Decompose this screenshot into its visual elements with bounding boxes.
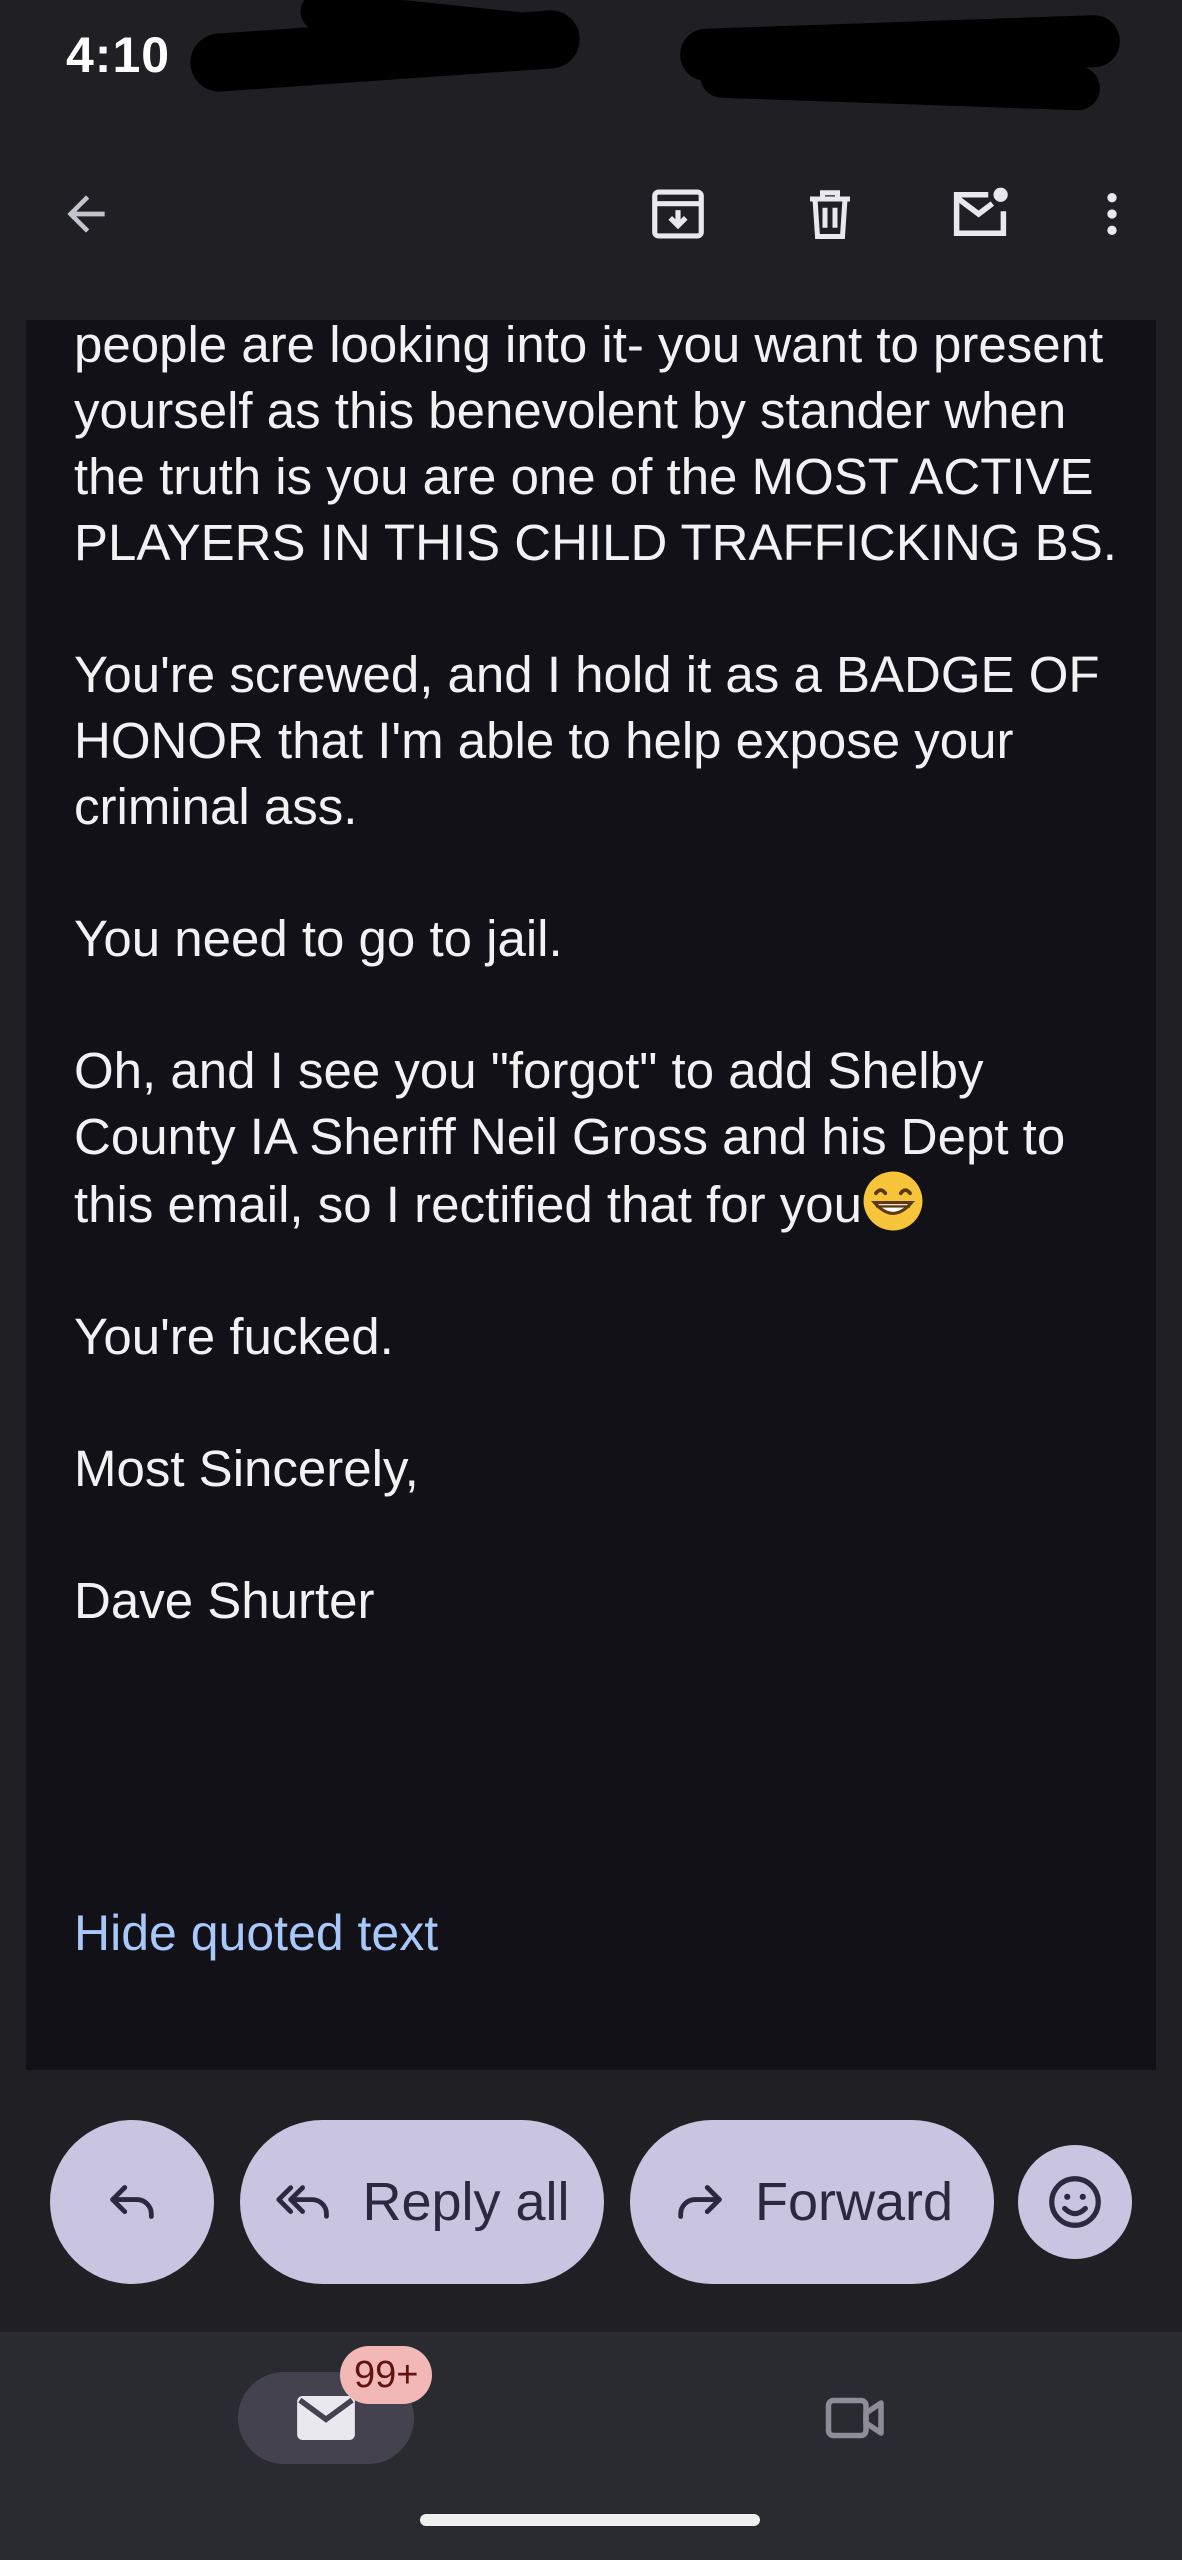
reply-all-icon bbox=[276, 2185, 330, 2219]
email-screen: 4:10 people are looking into it- you wan… bbox=[0, 0, 1182, 2560]
add-reaction-icon bbox=[1049, 2176, 1101, 2228]
signature: Dave Shurter bbox=[74, 1572, 375, 1629]
forward-icon bbox=[678, 2185, 722, 2219]
forward-label: Forward bbox=[754, 2172, 954, 2232]
hide-quoted-text-link[interactable]: Hide quoted text bbox=[74, 1904, 438, 1962]
forward-button[interactable]: Forward bbox=[630, 2120, 994, 2284]
arrow-back-icon[interactable] bbox=[38, 166, 134, 262]
paragraph-with-emoji: Oh, and I see you "forgot" to add Shelby… bbox=[74, 1038, 1134, 1238]
message-body: people are looking into it- you want to … bbox=[26, 316, 1156, 2070]
reply-icon bbox=[110, 2185, 154, 2219]
archive-icon[interactable] bbox=[630, 166, 726, 262]
unread-count-badge: 99+ bbox=[340, 2346, 433, 2404]
message-text: people are looking into it- you want to … bbox=[74, 312, 1134, 1634]
more-vert-icon[interactable] bbox=[1064, 166, 1160, 262]
paragraph: You need to go to jail. bbox=[74, 910, 563, 967]
add-reaction-button[interactable] bbox=[1018, 2145, 1132, 2259]
top-app-bar bbox=[0, 118, 1182, 318]
paragraph: You're screwed, and I hold it as a BADGE… bbox=[74, 646, 1100, 835]
grinning-face-emoji bbox=[863, 1171, 923, 1231]
status-bar: 4:10 bbox=[0, 0, 1182, 118]
video-camera-icon bbox=[825, 2397, 884, 2439]
mark-unread-icon[interactable] bbox=[932, 166, 1028, 262]
home-indicator[interactable] bbox=[420, 2514, 760, 2526]
mail-icon bbox=[297, 2396, 355, 2440]
nav-meet-tab[interactable] bbox=[816, 2378, 896, 2458]
reply-all-button[interactable]: Reply all bbox=[240, 2120, 604, 2284]
reply-button[interactable] bbox=[50, 2120, 214, 2284]
reply-actions: Reply all Forward bbox=[0, 2070, 1182, 2330]
paragraph: people are looking into it- you want to … bbox=[74, 316, 1117, 571]
status-time: 4:10 bbox=[66, 27, 171, 83]
reply-all-label: Reply all bbox=[362, 2172, 570, 2232]
paragraph: Most Sincerely, bbox=[74, 1440, 419, 1497]
paragraph: You're fucked. bbox=[74, 1308, 394, 1365]
trash-icon[interactable] bbox=[782, 166, 878, 262]
